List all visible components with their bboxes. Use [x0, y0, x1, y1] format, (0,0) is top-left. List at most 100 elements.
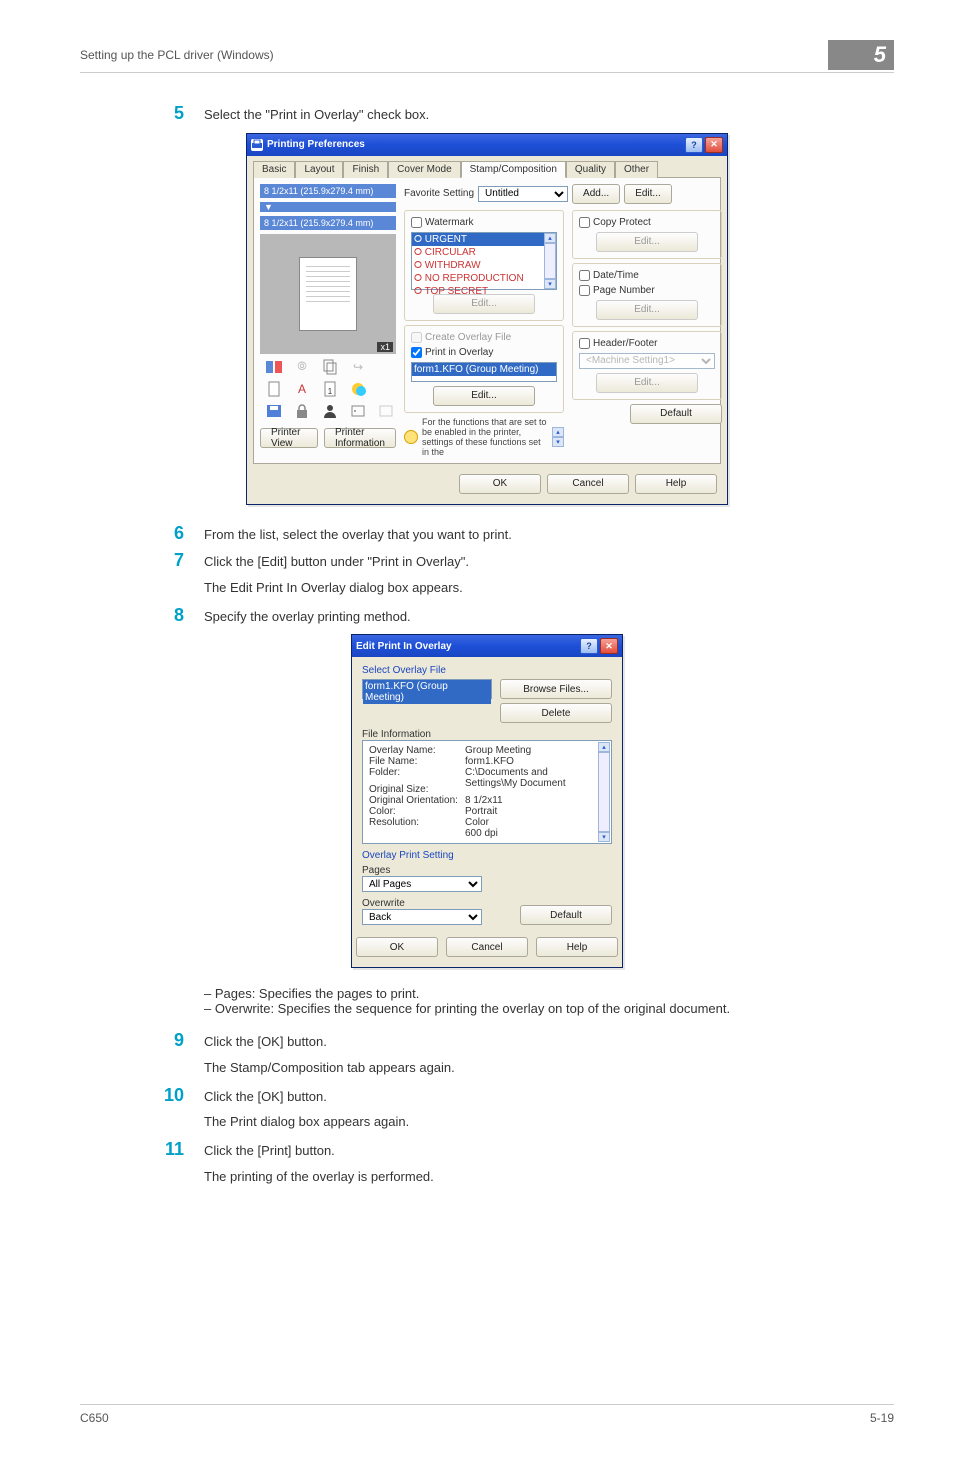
svg-text:1: 1 — [328, 387, 333, 396]
help-button[interactable]: Help — [635, 474, 717, 494]
step-text: Specify the overlay printing method. — [204, 607, 894, 627]
overwrite-select[interactable]: Back — [362, 909, 482, 925]
copy-protect-edit-button: Edit... — [596, 232, 698, 252]
bullet-overwrite: Overwrite: Specifies the sequence for pr… — [204, 1001, 894, 1016]
step-number: 8 — [160, 605, 184, 626]
date-time-checkbox[interactable]: Date/Time — [579, 270, 715, 281]
step-number: 6 — [160, 523, 184, 544]
favorite-add-button[interactable]: Add... — [572, 184, 620, 204]
info-scroll-down-icon[interactable]: ▾ — [552, 437, 564, 447]
watermark-list[interactable]: ⭘ URGENT ⭘ CIRCULAR ⭘ WITHDRAW ⭘ NO REPR… — [411, 232, 557, 290]
close-icon[interactable]: ✕ — [600, 638, 618, 654]
date-page-edit-button: Edit... — [596, 300, 698, 320]
step-number: 11 — [160, 1139, 184, 1160]
watermark-checkbox[interactable]: Watermark — [411, 217, 557, 228]
step-text: Click the [OK] button. — [204, 1087, 894, 1107]
hole-icon[interactable]: ⦾ — [292, 358, 312, 376]
cancel-button[interactable]: Cancel — [446, 937, 528, 957]
app-icon — [251, 139, 263, 151]
tab-cover-mode[interactable]: Cover Mode — [388, 161, 460, 178]
save-icon[interactable] — [264, 402, 284, 420]
header-footer-select: <Machine Setting1> — [579, 353, 715, 369]
step-number: 9 — [160, 1030, 184, 1051]
footer-right: 5-19 — [870, 1411, 894, 1425]
header-footer-checkbox[interactable]: Header/Footer — [579, 338, 715, 349]
dialog-title: Printing Preferences — [267, 139, 365, 150]
arrow-icon[interactable]: ↪ — [348, 358, 368, 376]
header-footer-edit-button: Edit... — [596, 373, 698, 393]
step-followup: The Stamp/Composition tab appears again. — [204, 1060, 894, 1075]
doc-icon[interactable] — [264, 380, 284, 398]
info-text: For the functions that are set to be ena… — [422, 417, 548, 457]
pages-select[interactable]: All Pages — [362, 876, 482, 892]
page-preview: x1 — [260, 234, 396, 354]
select-overlay-label: Select Overlay File — [362, 665, 612, 676]
page-num-icon[interactable]: 1 — [320, 380, 340, 398]
default-button[interactable]: Default — [520, 905, 612, 925]
print-in-overlay-checkbox[interactable]: Print in Overlay — [411, 347, 557, 358]
paper-size-1: 8 1/2x11 (215.9x279.4 mm) — [260, 184, 396, 198]
key-icon[interactable] — [348, 402, 368, 420]
chapter-number: 5 — [828, 40, 894, 70]
default-button[interactable]: Default — [630, 404, 722, 424]
overlay-print-setting-label: Overlay Print Setting — [362, 850, 612, 861]
step-number: 5 — [160, 103, 184, 124]
step-text: Click the [OK] button. — [204, 1032, 894, 1052]
copy-icon[interactable] — [320, 358, 340, 376]
delete-button[interactable]: Delete — [500, 703, 612, 723]
overlay-file-select[interactable]: form1.KFO (Group Meeting) — [362, 679, 492, 699]
close-icon[interactable]: ✕ — [705, 137, 723, 153]
step-followup: The Print dialog box appears again. — [204, 1114, 894, 1129]
running-header: Setting up the PCL driver (Windows) — [80, 48, 274, 62]
favorite-edit-button[interactable]: Edit... — [624, 184, 672, 204]
layout-icon[interactable] — [264, 358, 284, 376]
pages-label: Pages — [362, 865, 612, 876]
footer-left: C650 — [80, 1411, 109, 1425]
scroll-down-icon[interactable]: ▾ — [544, 279, 556, 289]
printing-preferences-dialog: Printing Preferences ? ✕ Basic Layout Fi… — [246, 133, 728, 505]
step-number: 7 — [160, 550, 184, 571]
copy-protect-checkbox[interactable]: Copy Protect — [579, 217, 715, 228]
tab-other[interactable]: Other — [615, 161, 658, 178]
file-information-pane: Overlay Name: File Name: Folder: Origina… — [362, 740, 612, 844]
edit-print-in-overlay-dialog: Edit Print In Overlay ? ✕ Select Overlay… — [351, 634, 623, 968]
file-information-label: File Information — [362, 729, 612, 740]
help-icon[interactable]: ? — [685, 137, 703, 153]
tab-quality[interactable]: Quality — [566, 161, 615, 178]
tab-basic[interactable]: Basic — [253, 161, 295, 178]
step-followup: The Edit Print In Overlay dialog box app… — [204, 580, 894, 595]
create-overlay-checkbox: Create Overlay File — [411, 332, 557, 343]
info-scroll-up-icon[interactable]: ▴ — [552, 427, 564, 437]
zoom-label: x1 — [377, 342, 393, 352]
color-icon[interactable] — [348, 380, 368, 398]
overwrite-label: Overwrite — [362, 898, 482, 909]
scroll-down-icon[interactable]: ▾ — [598, 832, 610, 842]
cancel-button[interactable]: Cancel — [547, 474, 629, 494]
help-icon[interactable]: ? — [580, 638, 598, 654]
help-button[interactable]: Help — [536, 937, 618, 957]
stamp-icon[interactable]: A — [292, 380, 312, 398]
scroll-up-icon[interactable]: ▴ — [598, 742, 610, 752]
step-text: From the list, select the overlay that y… — [204, 525, 894, 545]
step-text: Select the "Print in Overlay" check box. — [204, 105, 894, 125]
ok-button[interactable]: OK — [356, 937, 438, 957]
step-text: Click the [Edit] button under "Print in … — [204, 552, 894, 572]
overlay-file-list[interactable]: form1.KFO (Group Meeting) — [411, 362, 557, 382]
user-icon[interactable] — [320, 402, 340, 420]
dialog-title: Edit Print In Overlay — [356, 641, 452, 652]
bullet-pages: Pages: Specifies the pages to print. — [204, 986, 894, 1001]
overlay-edit-button[interactable]: Edit... — [433, 386, 535, 406]
browse-files-button[interactable]: Browse Files... — [500, 679, 612, 699]
ok-button[interactable]: OK — [459, 474, 541, 494]
printer-view-button[interactable]: Printer View — [260, 428, 318, 448]
info-bulb-icon — [404, 430, 418, 444]
favorite-setting-select[interactable]: Untitled — [478, 186, 568, 202]
tab-stamp-composition[interactable]: Stamp/Composition — [461, 161, 566, 178]
tab-layout[interactable]: Layout — [295, 161, 343, 178]
scroll-up-icon[interactable]: ▴ — [544, 233, 556, 243]
tab-finish[interactable]: Finish — [343, 161, 388, 178]
lock-icon[interactable] — [292, 402, 312, 420]
blank-icon[interactable] — [376, 402, 396, 420]
printer-information-button[interactable]: Printer Information — [324, 428, 396, 448]
page-number-checkbox[interactable]: Page Number — [579, 285, 715, 296]
